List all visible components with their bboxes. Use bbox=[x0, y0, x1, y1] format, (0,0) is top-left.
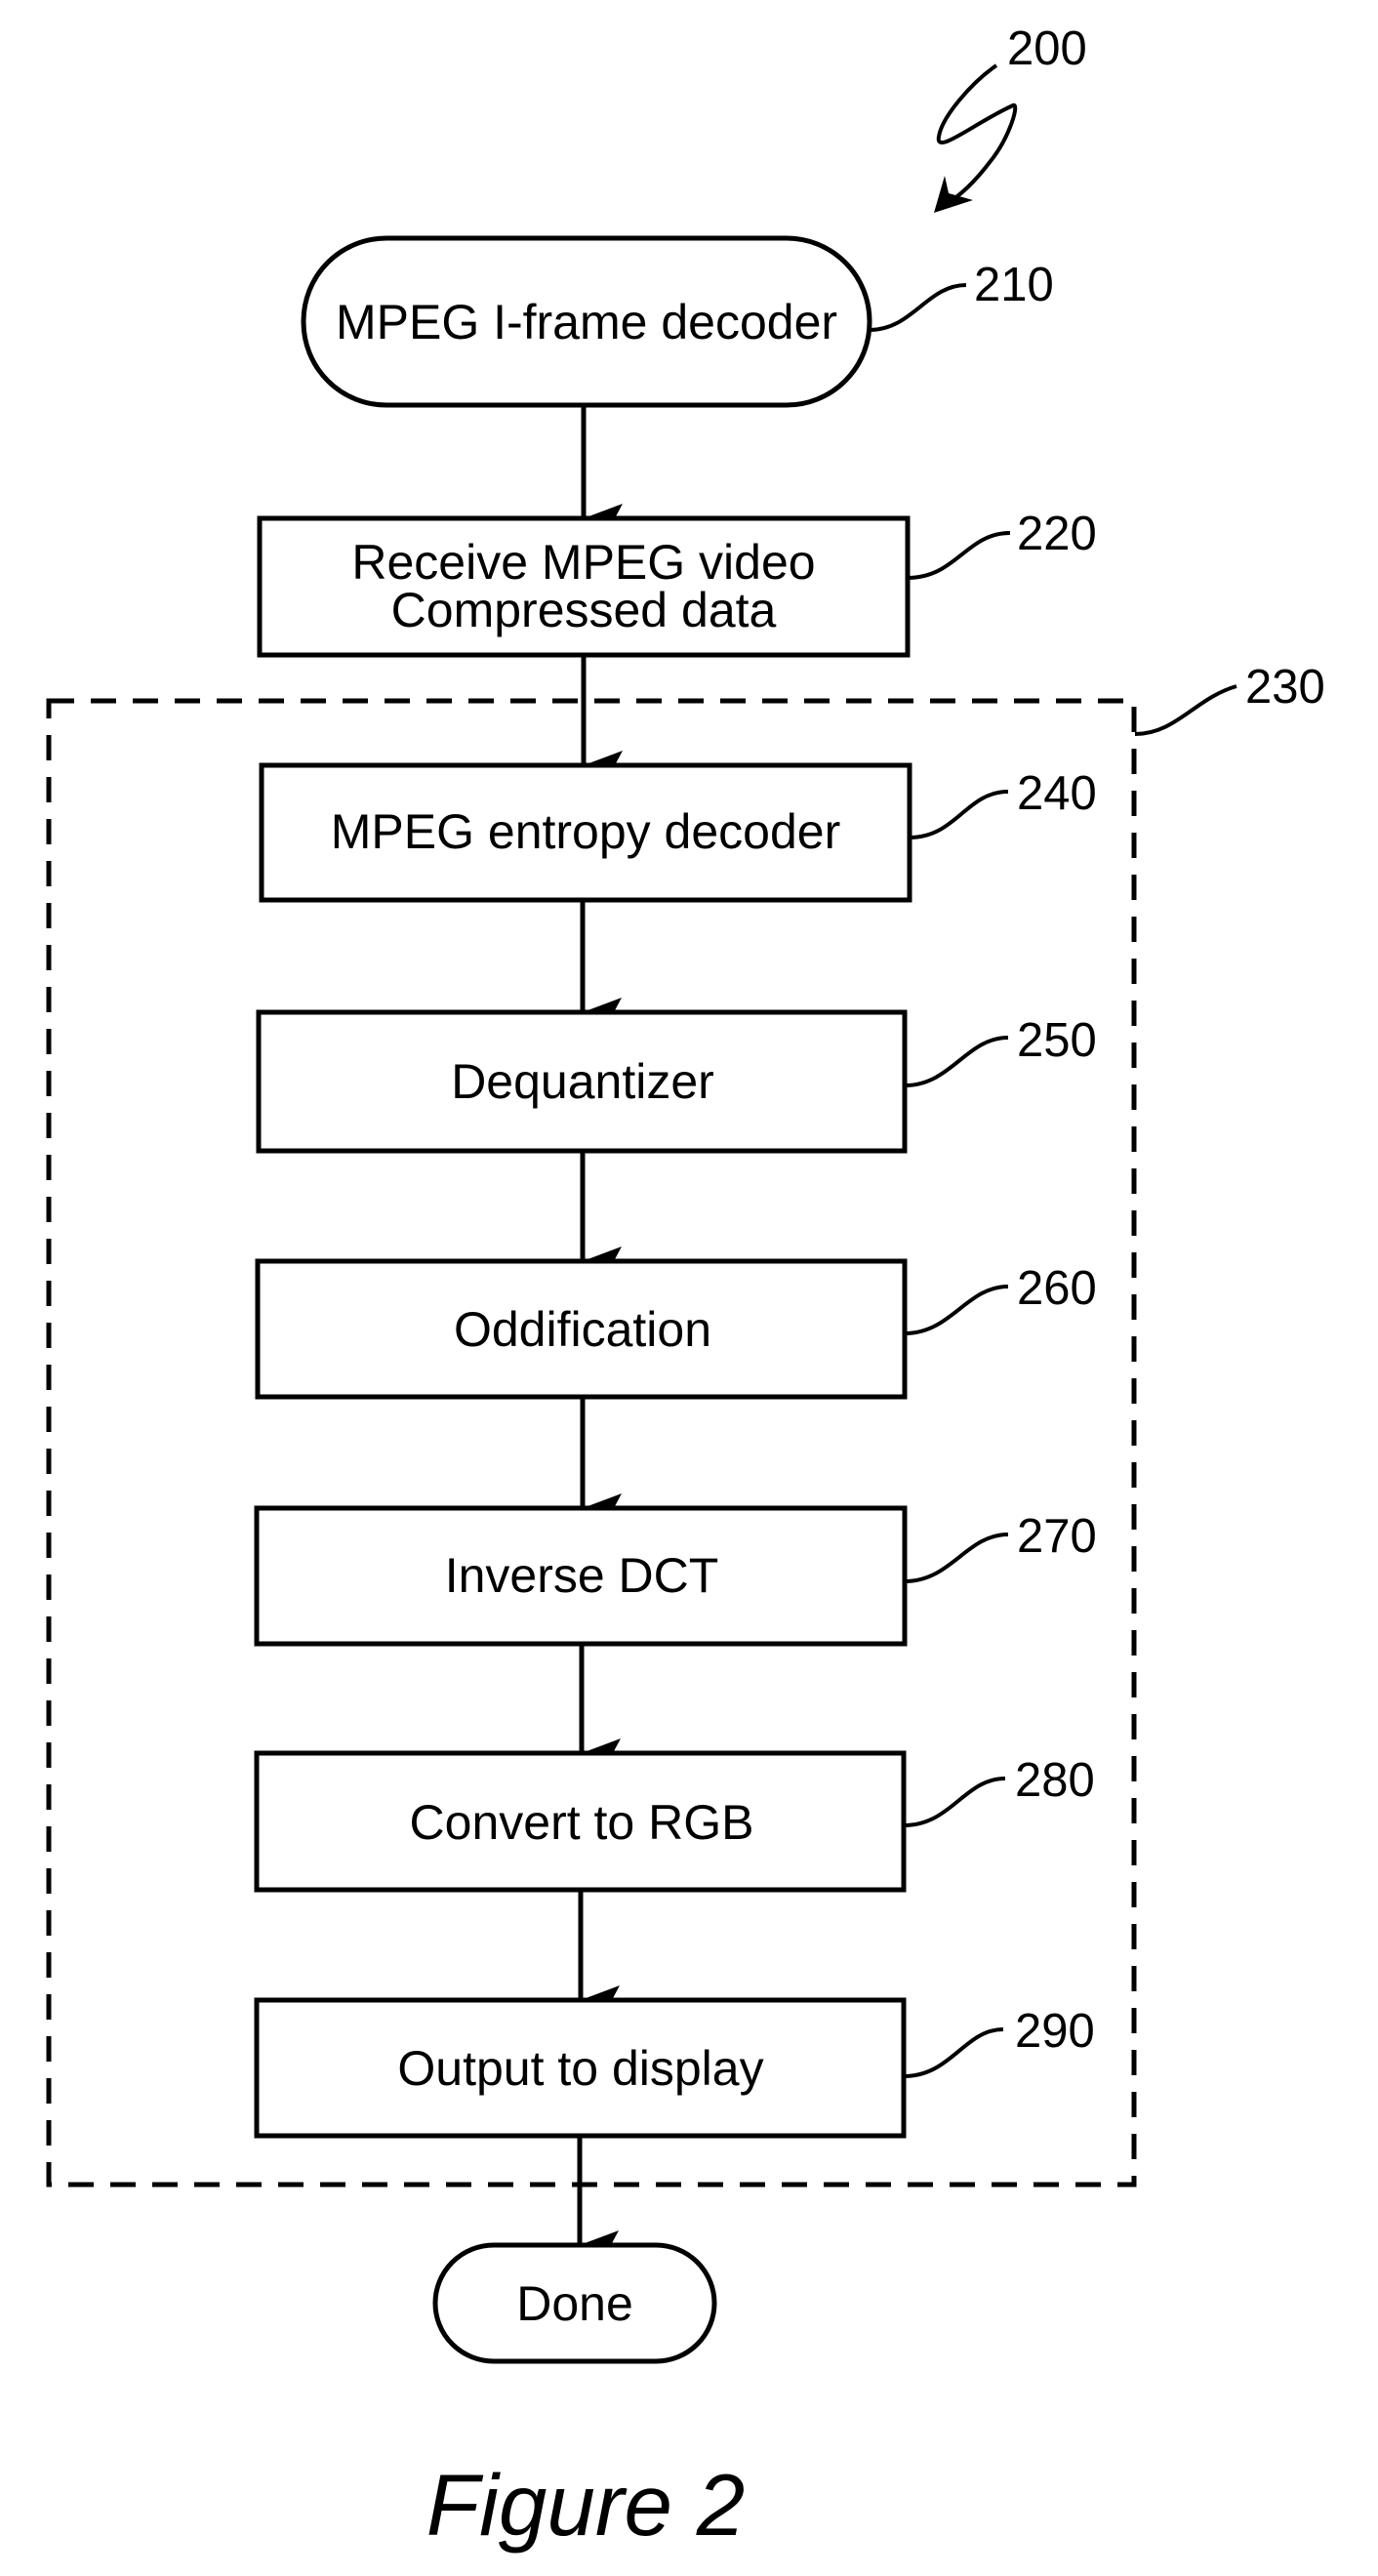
node-label: Output to display bbox=[397, 2041, 763, 2096]
node-270-process: Inverse DCT 270 bbox=[254, 1505, 1097, 1647]
ref-label-290: 290 bbox=[1015, 2005, 1095, 2058]
figure-reference-label: 200 bbox=[1007, 22, 1087, 75]
leader-line-260 bbox=[904, 1285, 1009, 1335]
ref-label-260: 260 bbox=[1017, 1262, 1097, 1315]
squiggle-arrow-icon bbox=[936, 63, 1018, 207]
figure-caption: Figure 2 bbox=[426, 2456, 746, 2554]
node-label: Convert to RGB bbox=[410, 1795, 754, 1850]
leader-line-270 bbox=[904, 1533, 1009, 1583]
leader-line-290 bbox=[903, 2027, 1004, 2078]
node-220-process: Receive MPEG video Compressed data 220 bbox=[257, 508, 1097, 658]
node-done-end-terminal: Done bbox=[432, 2242, 717, 2364]
node-290-process: Output to display 290 bbox=[254, 1997, 1095, 2139]
flowchart-figure: 200 230 MPEG I-frame decoder 210 Receive… bbox=[46, 22, 1325, 2554]
squiggle-arrowhead-icon bbox=[934, 176, 973, 213]
ref-label-270: 270 bbox=[1017, 1510, 1097, 1563]
node-label: MPEG I-frame decoder bbox=[336, 295, 837, 349]
ref-label-240: 240 bbox=[1017, 767, 1097, 820]
leader-line-220 bbox=[907, 531, 1011, 580]
node-250-process: Dequantizer 250 bbox=[256, 1009, 1097, 1154]
dashed-group-border bbox=[46, 698, 1137, 2188]
ref-label-220: 220 bbox=[1017, 508, 1097, 560]
node-label-line-1: Receive MPEG video bbox=[351, 535, 815, 590]
ref-label-280: 280 bbox=[1015, 1754, 1095, 1807]
leader-line-250 bbox=[904, 1036, 1009, 1087]
node-label: Done bbox=[516, 2276, 633, 2331]
node-210-start-terminal: MPEG I-frame decoder 210 bbox=[301, 235, 1054, 408]
leader-line-230 bbox=[1134, 684, 1237, 736]
node-label: MPEG entropy decoder bbox=[331, 804, 841, 859]
ref-label-210: 210 bbox=[974, 259, 1054, 311]
leader-line-240 bbox=[909, 790, 1009, 839]
node-label: Dequantizer bbox=[451, 1054, 714, 1109]
leader-line-210 bbox=[869, 283, 967, 332]
leader-line-280 bbox=[903, 1777, 1006, 1827]
node-label: Inverse DCT bbox=[445, 1548, 719, 1603]
node-240-process: MPEG entropy decoder 240 bbox=[259, 762, 1097, 903]
node-label-line-2: Compressed data bbox=[391, 583, 777, 637]
ref-label-250: 250 bbox=[1017, 1014, 1097, 1067]
ref-label-230: 230 bbox=[1245, 661, 1325, 714]
node-280-process: Convert to RGB 280 bbox=[254, 1750, 1095, 1893]
node-260-process: Oddification 260 bbox=[255, 1258, 1097, 1400]
node-label: Oddification bbox=[454, 1302, 711, 1357]
figure-reference-200: 200 bbox=[934, 22, 1087, 213]
